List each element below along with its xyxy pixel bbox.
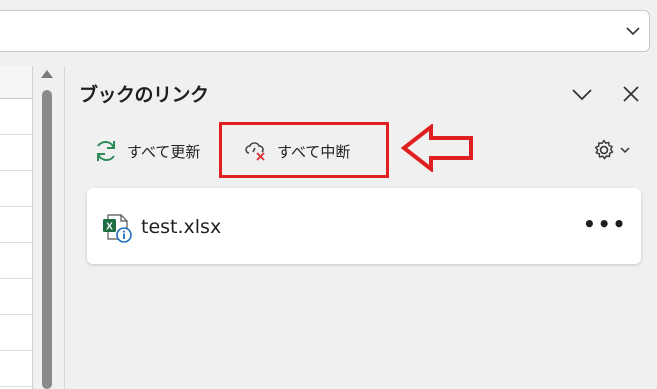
top-strip [0, 0, 657, 5]
sheet-row[interactable] [0, 279, 32, 315]
svg-text:X: X [106, 222, 113, 233]
more-options-button[interactable]: ••• [583, 212, 627, 236]
highlight-box [219, 122, 389, 178]
collapse-panel-icon[interactable] [571, 86, 593, 102]
formula-bar[interactable] [0, 10, 650, 52]
scroll-up-arrow[interactable] [41, 70, 53, 78]
sheet-row[interactable] [0, 351, 32, 387]
refresh-icon [97, 141, 115, 161]
panel-title: ブックのリンク [79, 84, 209, 106]
linked-file-name: test.xlsx [141, 216, 222, 238]
sheet-row[interactable] [0, 171, 32, 207]
excel-file-info-icon: X [103, 214, 132, 243]
worksheet-grid[interactable] [0, 66, 33, 389]
sheet-row[interactable] [0, 207, 32, 243]
close-icon[interactable] [621, 84, 641, 104]
sheet-row[interactable] [0, 99, 32, 135]
left-arrow-annotation [401, 124, 473, 172]
sheet-row[interactable] [0, 135, 32, 171]
vertical-scrollbar[interactable] [36, 66, 58, 389]
refresh-all-label: すべて更新 [127, 142, 201, 161]
column-header [0, 66, 32, 99]
scroll-thumb[interactable] [42, 90, 52, 389]
refresh-all-button[interactable]: すべて更新 [93, 138, 200, 164]
link-card[interactable]: X test.xlsx ••• [87, 188, 641, 264]
gear-icon [595, 139, 614, 160]
chevron-down-icon [620, 147, 630, 154]
chevron-down-icon[interactable] [625, 23, 641, 39]
settings-button[interactable] [592, 138, 631, 162]
sheet-row[interactable] [0, 243, 32, 279]
workbook-links-panel: ブックのリンク すべて更新 すべて中断 X test.xlsx ••• [64, 66, 657, 389]
sheet-row[interactable] [0, 315, 32, 351]
